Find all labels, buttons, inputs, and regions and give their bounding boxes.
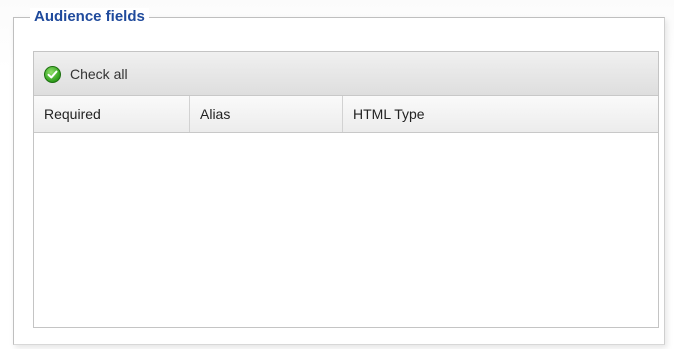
grid-toolbar: Check all [34,52,658,96]
check-circle-icon [44,65,61,83]
fieldset-legend: Audience fields [30,8,149,26]
grid-header: Required Alias HTML Type [34,96,658,133]
audience-fields-panel: Audience fields Check all Required Alias… [0,0,674,349]
column-header-required[interactable]: Required [34,96,190,132]
check-all-button[interactable]: Check all [44,63,128,85]
check-all-label: Check all [70,66,128,82]
column-header-html-type[interactable]: HTML Type [343,96,658,132]
column-header-alias[interactable]: Alias [190,96,343,132]
grid-body [34,133,658,327]
audience-fields-grid: Check all Required Alias HTML Type [33,51,659,328]
